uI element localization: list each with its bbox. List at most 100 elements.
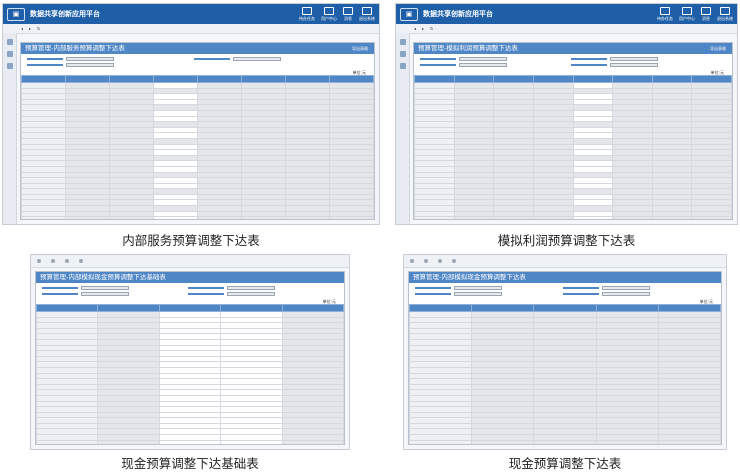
param-label [27,64,63,66]
param-field[interactable] [454,286,502,290]
input-cell[interactable] [220,439,283,444]
row-label-cell [21,216,66,219]
user-icon [324,6,334,15]
top-icon-button[interactable]: 消息 [701,6,711,22]
column-header [153,75,198,83]
nav-forward-icon[interactable] [51,259,55,263]
table-header-row [21,75,374,83]
param-field[interactable] [227,286,276,290]
param-row [42,286,178,290]
top-icon-group: 待办任务 用户中心 消息 退出系统 [657,6,733,22]
param-row [27,57,184,61]
param-field[interactable] [81,286,129,290]
column-header [651,75,693,83]
top-icon-button[interactable]: 待办任务 [299,6,315,22]
param-row [188,292,324,296]
logout-icon [362,6,372,15]
param-row [563,292,701,296]
param-row [27,63,184,67]
nav-icon[interactable] [6,51,13,57]
param-label [415,287,451,289]
param-field[interactable] [232,57,281,61]
top-icon-button[interactable]: 退出系统 [359,6,375,22]
refresh-icon[interactable]: ↻ [430,26,433,31]
export-button[interactable]: 导出表格 [710,43,726,54]
logout-icon [720,6,730,15]
budget-form-window: 预算管理-模拟利润预算调整下达表 导出表格 单位:元 [413,42,733,220]
nav-icon[interactable] [399,63,406,69]
budget-table [21,75,374,219]
caption-cash: 现金预算调整下达表 [508,456,622,471]
subtab-icon[interactable]: ▸ [29,26,31,31]
app-header: ▣ 数据共享创新应用平台 待办任务 用户中心 消息 退出系统 [3,4,379,24]
export-button[interactable]: 导出表格 [352,43,368,54]
caption-internal-service: 内部服务预算调整下达表 [122,233,260,248]
param-field[interactable] [602,286,650,290]
table-header-row [36,304,344,312]
top-icon-button[interactable]: 退出系统 [717,6,733,22]
param-row [570,57,712,61]
param-field[interactable] [454,292,502,296]
param-field[interactable] [459,57,507,61]
input-cell[interactable] [153,216,198,219]
subtab-icon[interactable]: ◂ [21,26,23,31]
column-header [471,304,535,312]
param-field[interactable] [81,292,129,296]
param-field[interactable] [459,63,507,67]
nav-icon[interactable] [6,39,13,45]
app-logo-icon: ▣ [7,7,25,21]
param-field[interactable] [609,63,658,67]
nav-back-icon[interactable] [410,259,414,263]
budget-form-window: 预算管理-内部服务预算调整下达表 导出表格 单位:元 [20,42,375,220]
column-header [657,304,721,312]
refresh-icon[interactable] [438,259,442,263]
screenshot-panel-cash: 预算管理-内部模拟现金预算调整下达表 单位:元 [403,254,727,450]
param-field[interactable] [227,292,276,296]
form-params [21,54,374,70]
form-params [36,283,344,299]
param-field[interactable] [66,57,114,61]
nav-icon[interactable] [6,63,13,69]
refresh-icon[interactable]: ↻ [37,26,40,31]
top-icon-label: 消息 [702,15,710,21]
tab-icon[interactable] [79,259,83,263]
nav-back-icon[interactable] [37,259,41,263]
screenshot-panel-internal-service: ▣ 数据共享创新应用平台 待办任务 用户中心 消息 退出系统 ◂ ▸ ↻ 预算管理-内… [2,3,380,225]
top-icon-label: 消息 [344,15,352,21]
subtab-icon[interactable]: ▸ [422,26,424,31]
refresh-icon[interactable] [65,259,69,263]
top-icon-button[interactable]: 用户中心 [679,6,695,22]
column-header [197,75,242,83]
value-cell [612,216,653,219]
tab-icon[interactable] [452,259,456,263]
param-label [188,293,225,295]
param-field[interactable] [66,63,114,67]
top-icon-button[interactable]: 待办任务 [657,6,673,22]
param-row [193,57,351,61]
top-icon-button[interactable]: 消息 [343,6,353,22]
param-field[interactable] [609,57,658,61]
top-icon-label: 用户中心 [679,15,695,21]
column-header [409,304,473,312]
screenshot-panel-simulated-profit: ▣ 数据共享创新应用平台 待办任务 用户中心 消息 退出系统 ◂ ▸ ↻ 预算管理-模… [395,3,738,225]
input-cell[interactable] [158,439,222,444]
table-header-row [414,75,732,83]
nav-icon[interactable] [399,39,406,45]
param-field[interactable] [602,292,650,296]
subtab-icon[interactable]: ◂ [414,26,416,31]
caption-simulated-profit: 模拟利润预算调整下达表 [497,233,636,248]
column-header [285,75,330,83]
nav-icon[interactable] [399,51,406,57]
column-header [493,75,534,83]
top-icon-button[interactable]: 用户中心 [321,6,337,22]
left-nav [3,33,17,224]
nav-forward-icon[interactable] [424,259,428,263]
app-header: ▣ 数据共享创新应用平台 待办任务 用户中心 消息 退出系统 [396,4,737,24]
column-header [241,75,286,83]
input-cell[interactable] [572,216,614,219]
form-title: 预算管理-内部模拟现金预算调整下达基础表 [36,272,344,283]
row-label-cell [36,439,99,444]
budget-form-window: 预算管理-内部模拟现金预算调整下达基础表 单位:元 [35,271,345,445]
column-header [220,304,283,312]
column-header [595,304,659,312]
